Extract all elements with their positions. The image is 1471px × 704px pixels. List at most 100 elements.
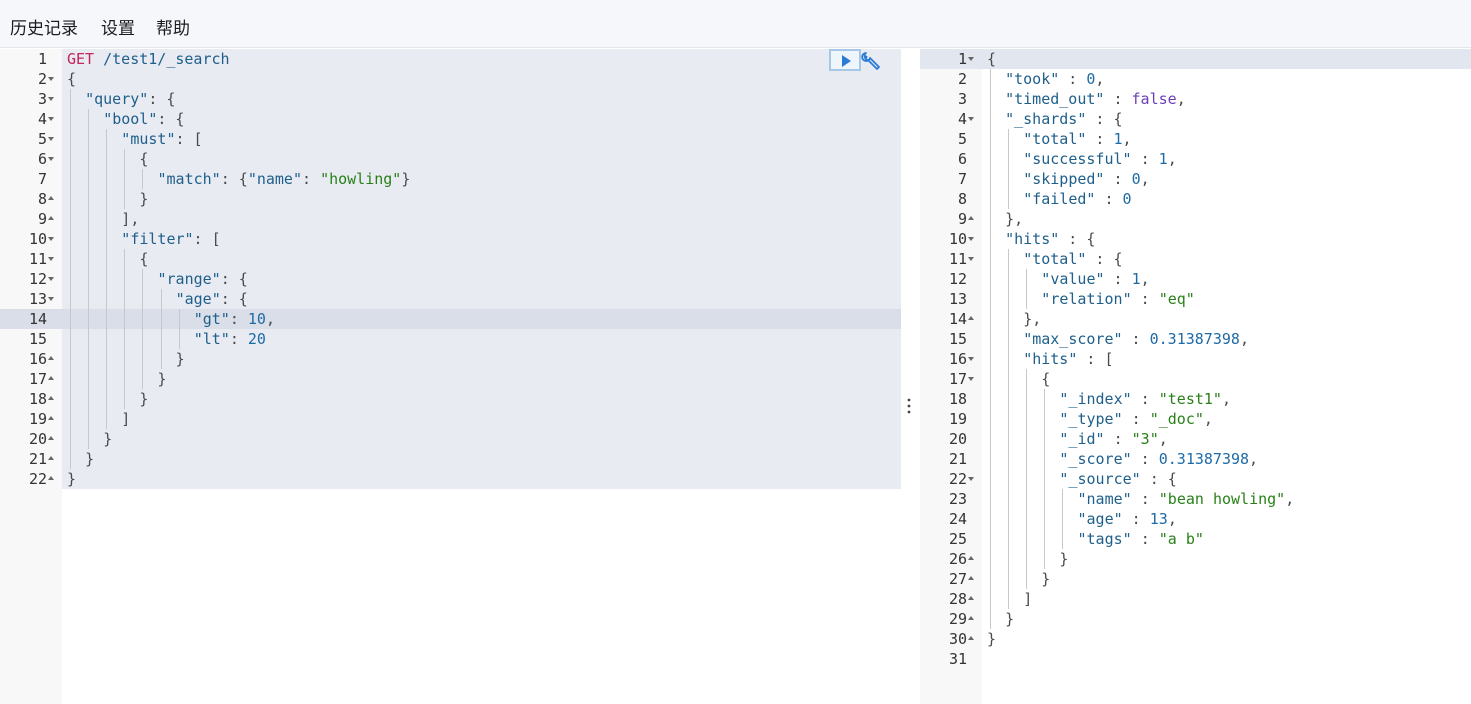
fold-close-icon[interactable] (968, 576, 974, 580)
fold-close-icon[interactable] (968, 596, 974, 600)
fold-open-icon[interactable] (48, 137, 54, 141)
editor-line: 17} (0, 369, 901, 389)
token-plain: : (1104, 270, 1132, 288)
indent-guide (1008, 169, 1010, 189)
fold-close-icon[interactable] (968, 636, 974, 640)
token-plain: , (1167, 510, 1177, 528)
fold-open-icon[interactable] (968, 377, 974, 381)
line-number: 30 (948, 630, 967, 648)
indent-guide (106, 389, 108, 409)
fold-open-icon[interactable] (48, 237, 54, 241)
fold-open-icon[interactable] (48, 157, 54, 161)
token-plain: : { (1086, 110, 1123, 128)
wrench-icon[interactable] (859, 50, 883, 74)
indent-guide (124, 169, 126, 189)
indent-guide (106, 169, 108, 189)
fold-close-icon[interactable] (48, 196, 54, 200)
fold-close-icon[interactable] (48, 216, 54, 220)
token-plain: : (302, 170, 321, 188)
fold-close-icon[interactable] (968, 616, 974, 620)
menu-history[interactable]: 历史记录 (10, 14, 78, 39)
token-plain: , (1249, 450, 1259, 468)
line-number: 22 (948, 470, 967, 488)
code-text: "age": { (176, 289, 248, 309)
fold-close-icon[interactable] (968, 216, 974, 220)
indent-guide (124, 269, 126, 289)
code-text: { (139, 249, 148, 269)
fold-close-icon[interactable] (48, 476, 54, 480)
editor-line: 10 "filter": [ (0, 229, 901, 249)
request-editor[interactable]: 1 GET /test1/_search 2{3 "query": {4 "bool":… (0, 49, 901, 704)
fold-close-icon[interactable] (48, 456, 54, 460)
line-number: 20 (948, 430, 967, 448)
indent-guide (88, 229, 90, 249)
fold-open-icon[interactable] (48, 77, 54, 81)
token-num: 1 (1131, 270, 1141, 288)
code-text: } (158, 369, 167, 389)
token-plain: } (67, 470, 77, 488)
indent-guide (990, 489, 991, 509)
output-line: 29} (920, 609, 1471, 629)
token-str: "test1" (1158, 390, 1222, 408)
fold-open-icon[interactable] (48, 117, 54, 121)
fold-close-icon[interactable] (48, 436, 54, 440)
response-output[interactable]: 1{2 "took" : 0, 3 "timed_out" : false, 4 "_sh… (920, 49, 1471, 704)
line-number: 8 (37, 190, 47, 208)
indent-guide (1008, 349, 1010, 369)
editor-line: 16} (0, 349, 901, 369)
fold-open-icon[interactable] (48, 277, 54, 281)
token-plain: : { (220, 170, 248, 188)
indent-guide (1044, 489, 1046, 509)
indent-guide (990, 129, 991, 149)
indent-guide (990, 529, 991, 549)
code-text: } (1059, 549, 1068, 569)
fold-close-icon[interactable] (48, 396, 54, 400)
code-text: "_score" : 0.31387398, (1059, 449, 1258, 469)
token-plain: , (1140, 170, 1150, 188)
indent-guide (88, 269, 90, 289)
menu-settings[interactable]: 设置 (101, 14, 135, 39)
output-line: 25 "tags" : "a b" (920, 529, 1471, 549)
indent-guide (88, 169, 90, 189)
fold-open-icon[interactable] (968, 237, 974, 241)
indent-guide (70, 449, 71, 469)
menu-help[interactable]: 帮助 (156, 14, 190, 39)
fold-close-icon[interactable] (968, 316, 974, 320)
token-str: "a b" (1158, 530, 1204, 548)
indent-guide (106, 269, 108, 289)
fold-open-icon[interactable] (48, 297, 54, 301)
line-number: 29 (948, 610, 967, 628)
fold-close-icon[interactable] (48, 416, 54, 420)
indent-guide (106, 409, 108, 429)
output-line: 11 "total" : { (920, 249, 1471, 269)
pane-resizer[interactable] (903, 395, 915, 417)
output-line: 12 "value" : 1, (920, 269, 1471, 289)
indent-guide (1008, 589, 1010, 609)
fold-open-icon[interactable] (48, 97, 54, 101)
token-method: GET (67, 50, 95, 68)
fold-open-icon[interactable] (968, 57, 974, 61)
indent-guide (990, 169, 991, 189)
output-line: 30} (920, 629, 1471, 649)
fold-close-icon[interactable] (968, 556, 974, 560)
token-plain: : { (1086, 250, 1123, 268)
token-plain: : (1122, 330, 1150, 348)
editor-line: 8} (0, 189, 901, 209)
run-button[interactable] (829, 49, 861, 71)
fold-open-icon[interactable] (48, 257, 54, 261)
fold-open-icon[interactable] (968, 477, 974, 481)
code-text: "range": { (158, 269, 248, 289)
token-key: "hits" (1023, 350, 1078, 368)
line-number: 16 (28, 350, 47, 368)
fold-close-icon[interactable] (48, 356, 54, 360)
fold-open-icon[interactable] (968, 257, 974, 261)
editor-line: 15 "lt": 20 (0, 329, 901, 349)
line-number: 31 (948, 650, 967, 668)
fold-open-icon[interactable] (968, 117, 974, 121)
fold-open-icon[interactable] (968, 357, 974, 361)
indent-guide (124, 329, 126, 349)
fold-close-icon[interactable] (48, 376, 54, 380)
output-line: 5 "total" : 1, (920, 129, 1471, 149)
code-text: "query": { (85, 89, 175, 109)
